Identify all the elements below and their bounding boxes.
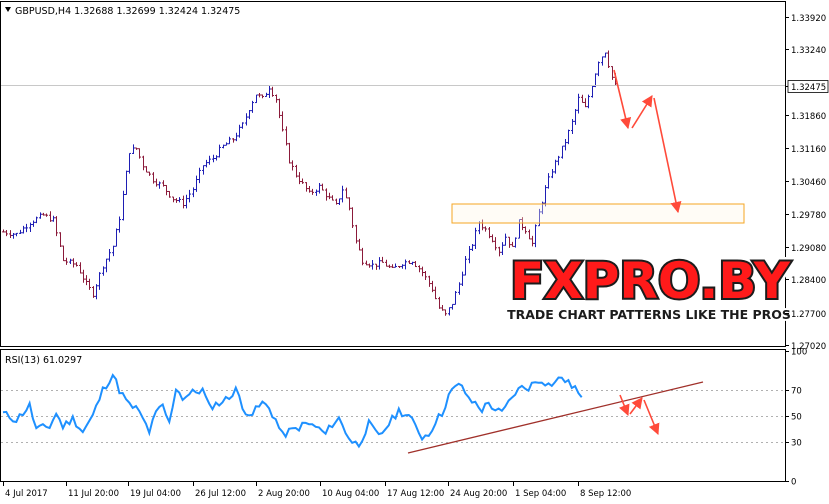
time-tick-label: 11 Jul 20:00 [68,489,119,499]
price-tick-label: 1.28400 [791,276,826,286]
price-tick-label: 1.29780 [791,211,826,221]
rsi-tick-label: 70 [791,387,802,397]
rsi-tick-label: 50 [791,413,802,423]
rsi-tick-label: 30 [791,439,802,449]
time-tick-label: 2 Aug 20:00 [258,489,310,499]
price-tick-label: 1.30460 [791,178,826,188]
time-axis: 4 Jul 2017 11 Jul 20:00 19 Jul 04:00 26 Jul… [3,482,631,499]
price-tick-label: 1.33920 [791,14,826,24]
symbol-header: GBPUSD,H4 1.32688 1.32699 1.32424 1.3247… [5,6,240,17]
price-tick-label: 1.31860 [791,112,826,122]
time-tick-label: 17 Aug 12:00 [387,489,444,499]
time-tick-label: 24 Aug 20:00 [450,489,507,499]
logo-text: FXPRO.BY [510,252,791,310]
time-tick-label: 26 Jul 12:00 [195,489,246,499]
support-zone [451,203,745,224]
price-tick-label: 1.32475 [791,83,826,93]
trading-chart[interactable]: GBPUSD,H4 1.32688 1.32699 1.32424 1.3247… [0,0,829,504]
rsi-tick-label: 100 [791,348,807,358]
price-tick-label: 1.31160 [791,145,826,155]
rsi-axis: 100 70 50 30 0 [785,348,807,488]
rsi-label: RSI(13) 61.0297 [5,355,82,366]
price-tick-label: 1.33240 [791,46,826,56]
tagline: TRADE CHART PATTERNS LIKE THE PROS [507,307,791,322]
time-tick-label: 1 Sep 04:00 [515,489,566,499]
fxpro-watermark: FXPRO.BY FXPRO.BY TRADE CHART PATTERNS L… [505,248,795,325]
price-tick-label: 1.29080 [791,244,826,254]
time-tick-label: 19 Jul 04:00 [130,489,181,499]
time-tick-label: 4 Jul 2017 [5,489,48,499]
price-axis: 1.33920 1.33240 1.32475 1.31860 1.31160 1.304… [785,14,829,352]
time-tick-label: 8 Sep 12:00 [580,489,631,499]
rsi-tick-label: 0 [791,478,796,488]
price-tick-label: 1.27700 [791,310,826,320]
time-tick-label: 10 Aug 04:00 [322,489,379,499]
symbol-line: GBPUSD,H4 1.32688 1.32699 1.32424 1.3247… [15,6,240,17]
